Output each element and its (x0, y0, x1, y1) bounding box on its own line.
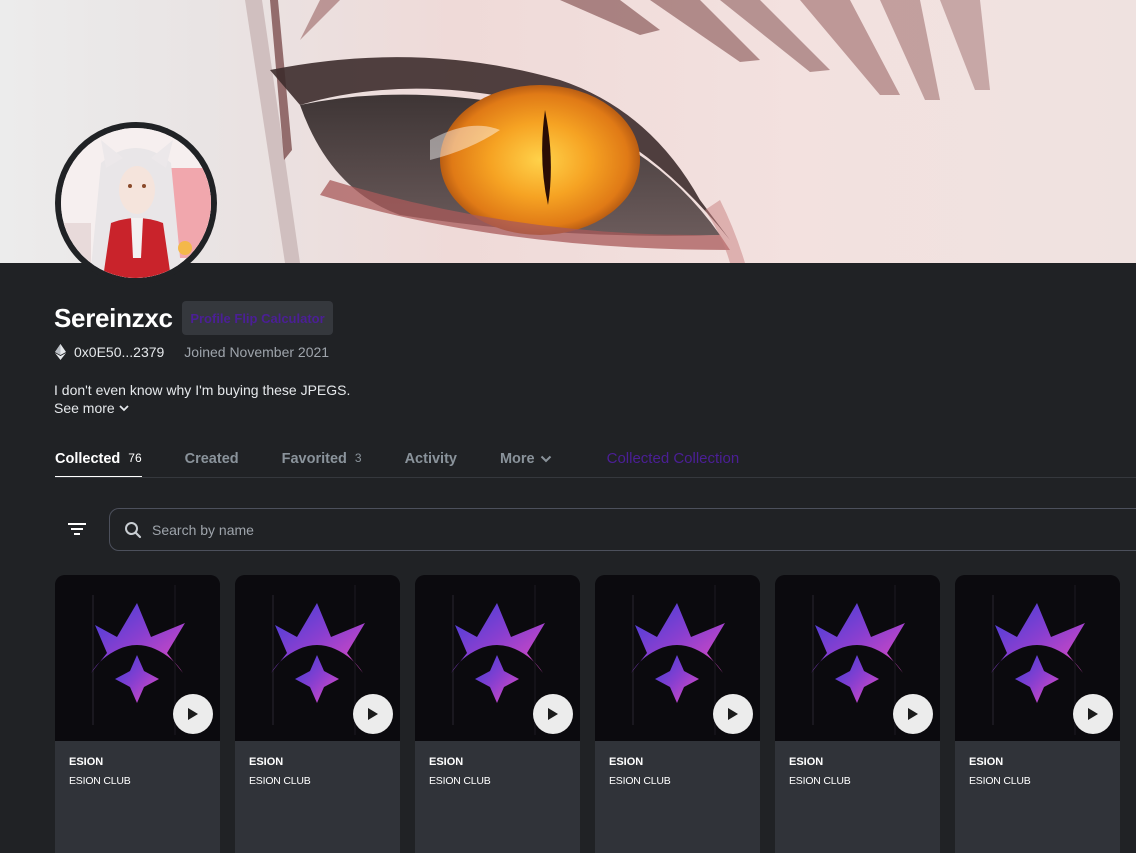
tab-label: Collected (55, 450, 121, 467)
nft-name: ESION (969, 756, 1004, 768)
profile-flip-calculator-button[interactable]: Profile Flip Calculator (182, 301, 333, 335)
tab-label: Collected Collection (606, 450, 740, 467)
tab-label: Favorited (281, 450, 347, 467)
nft-collection-name: ESION CLUB (969, 775, 1031, 787)
search-input[interactable] (152, 521, 752, 538)
tab-created[interactable]: Created (185, 440, 239, 477)
play-icon (728, 708, 738, 720)
filter-button[interactable] (58, 511, 96, 547)
nft-card[interactable]: ESION ESION CLUB (595, 575, 760, 853)
chevron-down-icon (119, 405, 129, 412)
tab-label: Created (184, 450, 239, 467)
chevron-down-icon (540, 455, 551, 462)
play-button[interactable] (353, 694, 393, 734)
wallet-row: 0x0E50...2379 Joined November 2021 (55, 344, 329, 360)
nft-name: ESION (429, 756, 464, 768)
nft-card[interactable]: ESION ESION CLUB (955, 575, 1120, 853)
nft-name: ESION (789, 756, 824, 768)
play-button[interactable] (713, 694, 753, 734)
nft-image (595, 575, 760, 741)
nft-card[interactable]: ESION ESION CLUB (775, 575, 940, 853)
nft-image (955, 575, 1120, 741)
avatar-image (61, 128, 211, 278)
tab-label: Activity (404, 450, 457, 467)
play-icon (1088, 708, 1098, 720)
nft-collection-name: ESION CLUB (249, 775, 311, 787)
profile-bio: I don't even know why I'm buying these J… (54, 382, 351, 398)
nft-card[interactable]: ESION ESION CLUB (235, 575, 400, 853)
nft-image (55, 575, 220, 741)
play-icon (908, 708, 918, 720)
profile-username: Sereinzxc (54, 303, 173, 333)
nft-image (775, 575, 940, 741)
nft-collection-name: ESION CLUB (609, 775, 671, 787)
nft-image (415, 575, 580, 741)
tab-more[interactable]: More (500, 440, 552, 477)
tab-count: 76 (128, 450, 142, 465)
tab-label: More (499, 450, 535, 467)
tab-collected-collection[interactable]: Collected Collection (607, 440, 740, 477)
profile-page: Sereinzxc Profile Flip Calculator 0x0E50… (0, 0, 1136, 853)
nft-image (235, 575, 400, 741)
joined-date: Joined November 2021 (184, 344, 330, 360)
see-more-button[interactable]: See more (54, 400, 129, 416)
nft-name: ESION (69, 756, 104, 768)
tab-favorited[interactable]: Favorited 3 (282, 440, 362, 477)
nft-card[interactable]: ESION ESION CLUB (55, 575, 220, 853)
tabs-divider (55, 477, 1136, 478)
nft-card-grid: ESION ESION CLUB ESION ESION CLUB ESION … (55, 575, 1135, 853)
search-icon (125, 521, 142, 538)
filter-icon (68, 523, 86, 535)
tab-collected[interactable]: Collected 76 (55, 440, 142, 478)
tab-activity[interactable]: Activity (405, 440, 457, 477)
play-button[interactable] (893, 694, 933, 734)
play-icon (548, 708, 558, 720)
nft-card[interactable]: ESION ESION CLUB (415, 575, 580, 853)
nft-name: ESION (249, 756, 284, 768)
nft-collection-name: ESION CLUB (789, 775, 851, 787)
wallet-address[interactable]: 0x0E50...2379 (74, 344, 164, 360)
nft-collection-name: ESION CLUB (69, 775, 131, 787)
tab-count: 3 (354, 450, 362, 465)
play-button[interactable] (1073, 694, 1113, 734)
profile-avatar[interactable] (55, 122, 217, 284)
play-button[interactable] (533, 694, 573, 734)
profile-tabs: Collected 76 Created Favorited 3 Activit… (55, 440, 782, 478)
play-icon (188, 708, 198, 720)
ethereum-icon (55, 344, 66, 360)
nft-collection-name: ESION CLUB (429, 775, 491, 787)
play-button[interactable] (173, 694, 213, 734)
search-box (109, 508, 1136, 551)
nft-name: ESION (609, 756, 644, 768)
play-icon (368, 708, 378, 720)
see-more-label: See more (54, 400, 115, 416)
